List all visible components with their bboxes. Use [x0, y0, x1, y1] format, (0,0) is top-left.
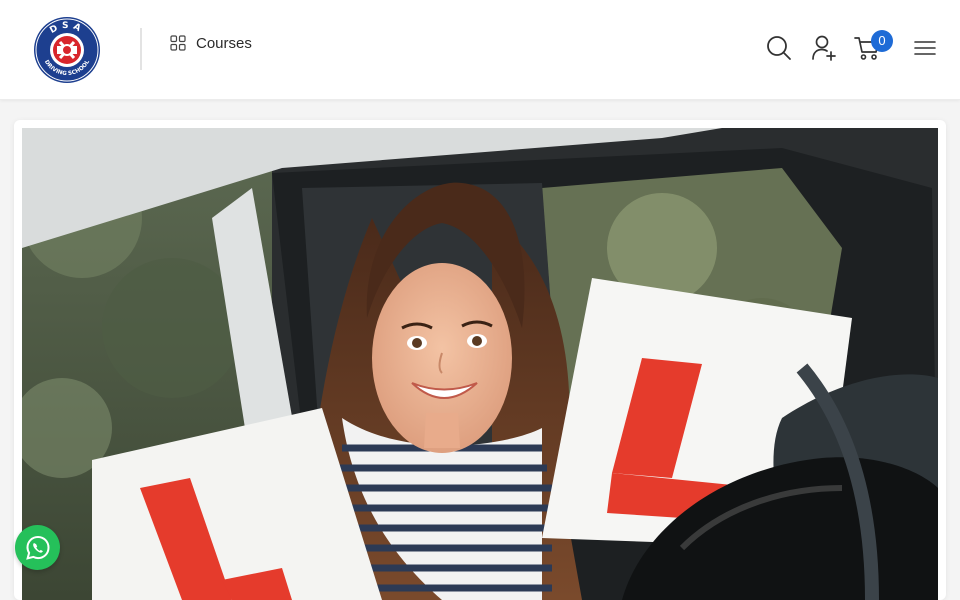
- search-button[interactable]: [764, 33, 794, 63]
- cart-count-badge: 0: [871, 30, 893, 52]
- grid-icon: [170, 35, 186, 51]
- search-icon: [767, 36, 791, 60]
- hero-image: [22, 128, 938, 600]
- site-header: DSA DRIVING SCHOOL Courses 0: [0, 0, 960, 100]
- whatsapp-icon: [25, 535, 50, 560]
- whatsapp-chat-button[interactable]: [15, 525, 60, 570]
- hamburger-icon: [914, 41, 936, 55]
- header-divider: [140, 28, 142, 70]
- account-button[interactable]: [809, 33, 839, 63]
- menu-button[interactable]: [910, 33, 940, 63]
- hero-banner: [14, 120, 946, 600]
- user-plus-icon: [812, 35, 836, 61]
- courses-nav-link[interactable]: Courses: [170, 33, 252, 53]
- dsa-logo[interactable]: DSA DRIVING SCHOOL: [33, 16, 101, 84]
- courses-label: Courses: [196, 34, 252, 52]
